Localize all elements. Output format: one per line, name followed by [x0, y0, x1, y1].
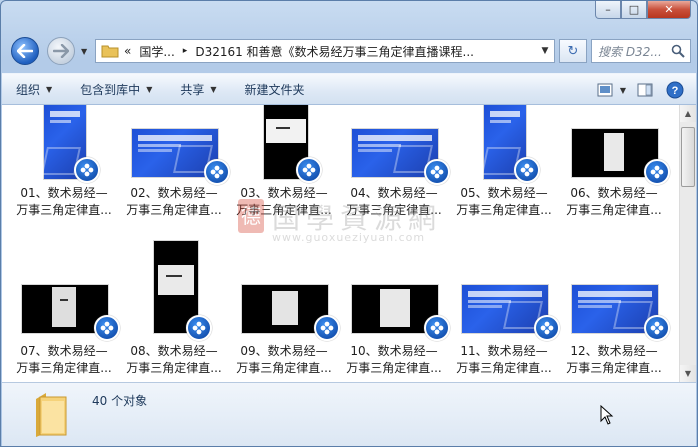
command-bar: 组织 ▼ 包含到库中 ▼ 共享 ▼ 新建文件夹 ▼ ? [2, 73, 696, 105]
file-name-line2: 万事三角定律直... [16, 203, 112, 217]
folder-icon [101, 45, 119, 58]
file-name-line2: 万事三角定律直... [566, 203, 662, 217]
file-name-line1: 08、数术易经— [130, 344, 218, 358]
folder-icon [36, 393, 67, 437]
back-button[interactable] [11, 37, 39, 65]
svg-text:?: ? [672, 85, 679, 97]
recent-pages-dropdown[interactable]: ▼ [81, 47, 87, 56]
file-name-line2: 万事三角定律直... [566, 361, 662, 375]
breadcrumb-separator[interactable]: ▸ [183, 46, 188, 56]
new-folder-button[interactable]: 新建文件夹 [231, 74, 319, 104]
breadcrumb-item-parent[interactable]: 国学... [139, 43, 174, 60]
share-menu[interactable]: 共享 ▼ [166, 74, 230, 104]
file-item-08[interactable]: 08、数术易经— 万事三角定律直... [120, 241, 228, 381]
back-arrow-icon [17, 44, 33, 58]
organize-menu[interactable]: 组织 ▼ [2, 74, 66, 104]
caption-buttons: – □ ✕ [595, 1, 691, 19]
file-list-view[interactable]: 01、数术易经— 万事三角定律直... 02、数术易经— 万事三角定律直... [2, 105, 696, 382]
navigation-bar: ▼ « 国学... ▸ D32161 和善意《数术易经万事三角定律直播课程...… [9, 37, 691, 67]
refresh-icon: ↻ [567, 43, 579, 59]
file-item-05[interactable]: 05、数术易经— 万事三角定律直... [450, 105, 558, 223]
search-placeholder: 搜索 D32... [598, 44, 662, 59]
refresh-button[interactable]: ↻ [559, 39, 587, 63]
file-item-01[interactable]: 01、数术易经— 万事三角定律直... [10, 105, 118, 223]
help-button[interactable]: ? [662, 80, 688, 100]
explorer-window: – □ ✕ ▼ « 国学... ▸ D32161 和善意《数术易经万事三角定律直… [0, 0, 698, 447]
view-icon [597, 83, 613, 97]
file-item-03[interactable]: 03、数术易经— 万事三角定律直... [230, 105, 338, 223]
cursor-icon [600, 405, 614, 425]
file-item-06[interactable]: 06、数术易经— 万事三角定律直... [560, 105, 670, 223]
object-count: 40 个对象 [92, 394, 148, 408]
video-badge-icon [424, 315, 450, 341]
preview-pane-icon [637, 83, 653, 97]
file-name-line2: 万事三角定律直... [126, 203, 222, 217]
file-item-02[interactable]: 02、数术易经— 万事三角定律直... [120, 105, 230, 223]
video-badge-icon [204, 159, 230, 185]
breadcrumb-overflow[interactable]: « [124, 44, 131, 58]
file-item-11[interactable]: 11、数术易经— 万事三角定律直... [450, 263, 560, 381]
file-name-line2: 万事三角定律直... [346, 203, 442, 217]
search-icon [671, 44, 685, 58]
file-name-line1: 12、数术易经— [570, 344, 658, 358]
file-name-line1: 06、数术易经— [570, 186, 658, 200]
watermark-url: www.guoxueziyuan.com [272, 231, 426, 244]
video-badge-icon [424, 159, 450, 185]
file-name-line1: 04、数术易经— [350, 186, 438, 200]
video-badge-icon [296, 157, 322, 183]
file-name-line1: 03、数术易经— [240, 186, 328, 200]
file-name-line1: 07、数术易经— [20, 344, 108, 358]
video-badge-icon [74, 157, 100, 183]
breadcrumb[interactable]: « 国学... ▸ D32161 和善意《数术易经万事三角定律直播课程... [124, 43, 535, 60]
search-input[interactable]: 搜索 D32... [591, 39, 691, 63]
video-badge-icon [314, 315, 340, 341]
file-name-line2: 万事三角定律直... [456, 203, 552, 217]
video-badge-icon [186, 315, 212, 341]
file-name-line2: 万事三角定律直... [346, 361, 442, 375]
address-dropdown-button[interactable]: ▼ [535, 46, 554, 56]
include-in-library-menu[interactable]: 包含到库中 ▼ [66, 74, 166, 104]
file-name-line1: 01、数术易经— [20, 186, 108, 200]
file-item-07[interactable]: 07、数术易经— 万事三角定律直... [10, 263, 120, 381]
file-name-line2: 万事三角定律直... [236, 361, 332, 375]
scroll-thumb[interactable] [681, 127, 695, 187]
preview-pane-button[interactable] [632, 80, 658, 100]
file-item-04[interactable]: 04、数术易经— 万事三角定律直... [340, 105, 450, 223]
close-button[interactable]: ✕ [647, 1, 691, 19]
forward-button[interactable] [47, 37, 75, 65]
details-pane: 40 个对象 [2, 382, 696, 446]
help-icon: ? [666, 81, 684, 99]
video-badge-icon [514, 157, 540, 183]
forward-arrow-icon [53, 44, 69, 58]
file-name-line1: 09、数术易经— [240, 344, 328, 358]
file-name-line1: 11、数术易经— [460, 344, 548, 358]
file-name-line2: 万事三角定律直... [16, 361, 112, 375]
scroll-down-button[interactable]: ▼ [680, 365, 696, 382]
scroll-up-button[interactable]: ▲ [680, 105, 696, 122]
maximize-button[interactable]: □ [621, 1, 647, 19]
breadcrumb-item-current[interactable]: D32161 和善意《数术易经万事三角定律直播课程... [195, 43, 474, 60]
file-item-09[interactable]: 09、数术易经— 万事三角定律直... [230, 263, 340, 381]
file-name-line1: 10、数术易经— [350, 344, 438, 358]
address-bar[interactable]: « 国学... ▸ D32161 和善意《数术易经万事三角定律直播课程... ▼ [95, 39, 555, 63]
video-badge-icon [94, 315, 120, 341]
file-name-line1: 05、数术易经— [460, 186, 548, 200]
minimize-button[interactable]: – [595, 1, 621, 19]
file-name-line2: 万事三角定律直... [126, 361, 222, 375]
view-options-dropdown[interactable]: ▼ [618, 80, 628, 100]
video-badge-icon [644, 159, 670, 185]
file-name-line2: 万事三角定律直... [456, 361, 552, 375]
video-badge-icon [644, 315, 670, 341]
file-item-10[interactable]: 10、数术易经— 万事三角定律直... [340, 263, 450, 381]
file-item-12[interactable]: 12、数术易经— 万事三角定律直... [560, 263, 670, 381]
vertical-scrollbar[interactable]: ▲ ▼ [679, 105, 696, 382]
file-name-line1: 02、数术易经— [130, 186, 218, 200]
video-badge-icon [534, 315, 560, 341]
file-name-line2: 万事三角定律直... [236, 203, 332, 217]
change-view-button[interactable] [592, 80, 618, 100]
